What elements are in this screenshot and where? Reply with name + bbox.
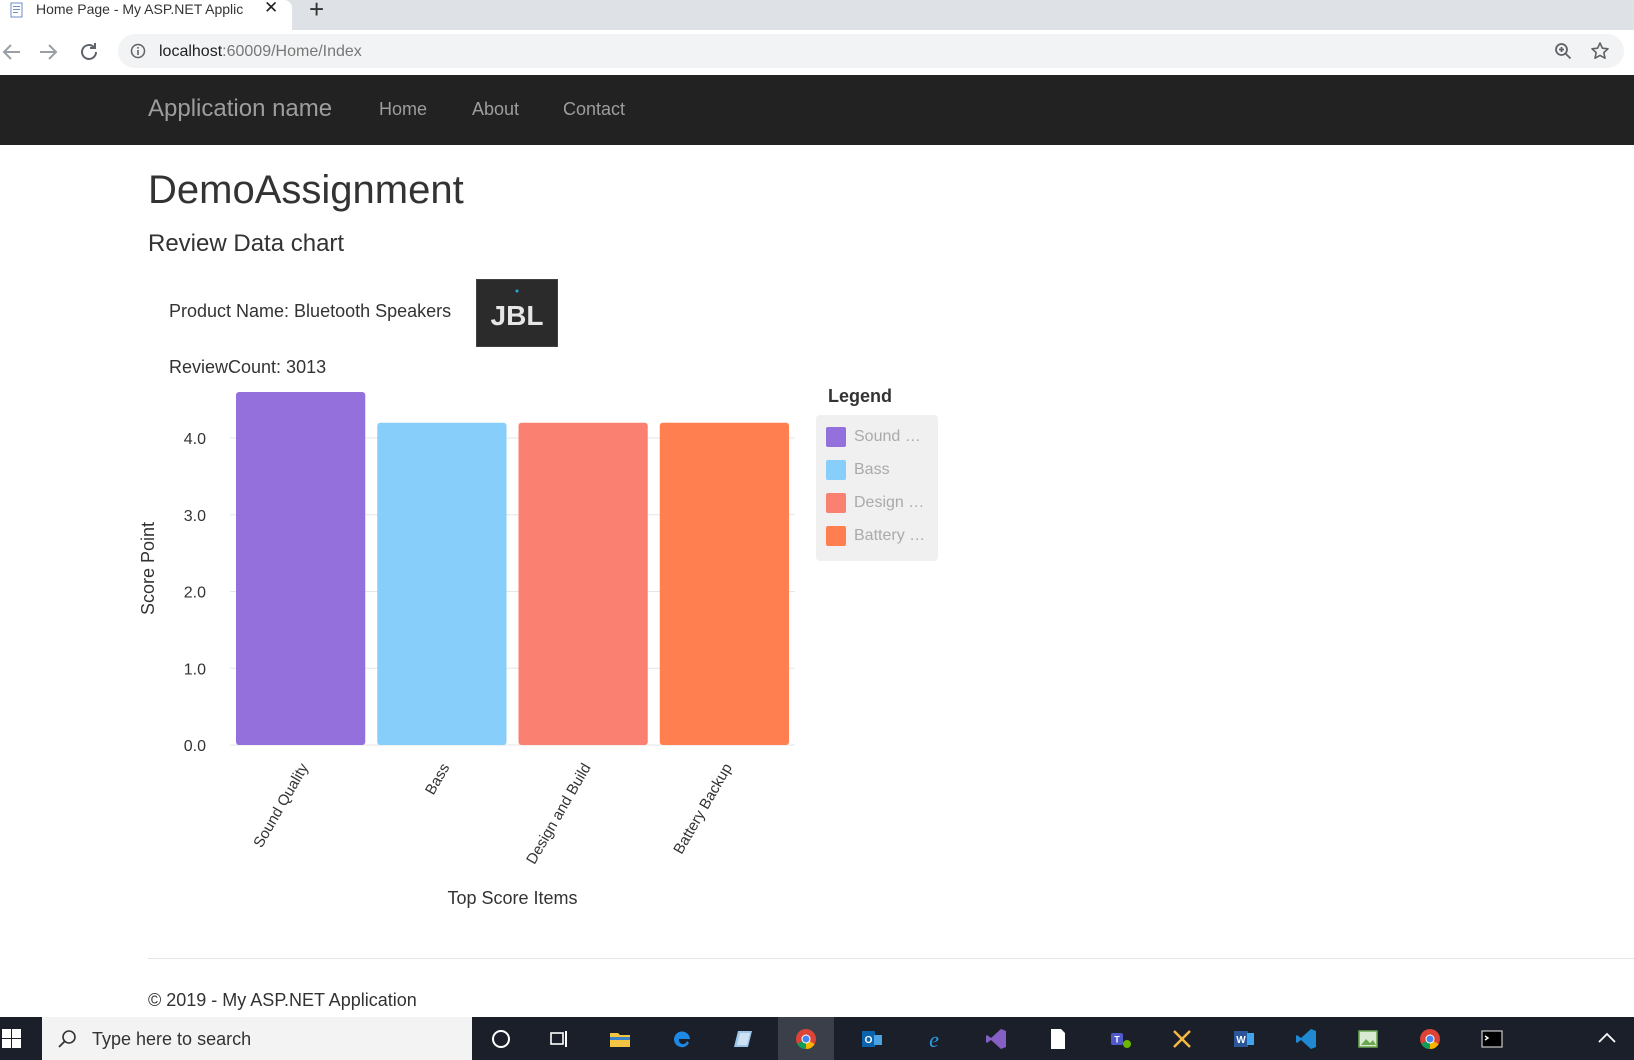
notepad-icon[interactable] xyxy=(1030,1017,1086,1060)
nav-link-contact[interactable]: Contact xyxy=(563,99,625,120)
page-title: DemoAssignment xyxy=(148,168,464,212)
svg-text:T: T xyxy=(1114,1035,1120,1045)
svg-text:O: O xyxy=(865,1035,873,1046)
navbar-brand[interactable]: Application name xyxy=(148,95,332,123)
y-tick-label: 3.0 xyxy=(184,508,206,525)
close-tab-icon[interactable]: ✕ xyxy=(264,0,278,17)
url-text: localhost:60009/Home/Index xyxy=(159,43,362,61)
site-info-icon[interactable] xyxy=(130,43,146,59)
chart-legend: Sound … Bass Design … Battery … xyxy=(816,415,938,561)
footer-copyright: © 2019 - My ASP.NET Application xyxy=(148,990,417,1010)
chart-bar xyxy=(659,422,789,745)
site-navbar: Application name Home About Contact xyxy=(0,75,1634,145)
terminal-icon[interactable] xyxy=(1464,1017,1520,1060)
vscode-icon[interactable] xyxy=(1278,1017,1334,1060)
svg-text:W: W xyxy=(1236,1035,1246,1046)
file-explorer-icon[interactable] xyxy=(592,1017,648,1060)
legend-item[interactable]: Sound … xyxy=(826,427,936,447)
svg-text:e: e xyxy=(929,1027,939,1051)
url-host: localhost xyxy=(159,43,223,60)
address-bar[interactable]: localhost:60009/Home/Index xyxy=(118,34,1624,68)
search-icon xyxy=(58,1030,76,1048)
y-tick-label: 2.0 xyxy=(184,585,206,602)
tray-chevron-up-icon[interactable] xyxy=(1596,1029,1618,1047)
legend-label: Battery … xyxy=(854,527,926,544)
browser-tab[interactable]: Home Page - My ASP.NET Applic ✕ xyxy=(0,0,292,30)
tab-title: Home Page - My ASP.NET Applic xyxy=(36,1,244,17)
legend-swatch xyxy=(826,526,846,546)
search-placeholder: Type here to search xyxy=(92,1029,252,1049)
windows-start-icon[interactable] xyxy=(0,1017,42,1060)
legend-item[interactable]: Bass xyxy=(826,460,936,480)
edge-icon[interactable] xyxy=(654,1017,710,1060)
chart-bar xyxy=(518,422,648,745)
page-subtitle: Review Data chart xyxy=(148,230,345,257)
x-tick-label: Design and Build xyxy=(523,761,594,868)
browser-toolbar: localhost:60009/Home/Index xyxy=(0,30,1634,76)
zoom-icon[interactable] xyxy=(1554,42,1572,60)
legend-label: Sound … xyxy=(854,428,921,445)
legend-swatch xyxy=(826,460,846,480)
legend-swatch xyxy=(826,427,846,447)
outlook-icon[interactable]: O xyxy=(844,1017,900,1060)
browser-tab-strip: Home Page - My ASP.NET Applic ✕ + xyxy=(0,0,1634,30)
product-name: Product Name: Bluetooth Speakers xyxy=(169,301,452,321)
visual-studio-icon[interactable] xyxy=(968,1017,1024,1060)
chart-bar xyxy=(377,422,507,745)
x-tick-label: Sound Quality xyxy=(250,760,312,851)
task-view-icon[interactable] xyxy=(531,1017,587,1060)
legend-label: Bass xyxy=(854,461,890,478)
y-tick-label: 1.0 xyxy=(184,661,206,678)
legend-item[interactable]: Design … xyxy=(826,493,936,513)
review-count: ReviewCount: 3013 xyxy=(169,357,327,377)
nav-link-home[interactable]: Home xyxy=(379,99,427,120)
internet-explorer-icon[interactable]: e xyxy=(906,1017,962,1060)
legend-title: Legend xyxy=(828,386,893,406)
word-icon[interactable]: W xyxy=(1216,1017,1272,1060)
back-arrow-icon[interactable] xyxy=(0,40,24,64)
legend-label: Design … xyxy=(854,494,925,511)
forward-arrow-icon[interactable] xyxy=(36,40,60,64)
y-tick-label: 4.0 xyxy=(184,431,206,448)
product-logo-text: JBL xyxy=(491,300,544,331)
y-tick-label: 0.0 xyxy=(184,738,206,755)
y-axis-title: Score Point xyxy=(138,522,158,615)
x-axis-title: Top Score Items xyxy=(447,888,577,908)
chart-bar xyxy=(236,392,366,745)
reload-icon[interactable] xyxy=(77,40,101,64)
cortana-icon[interactable] xyxy=(473,1017,529,1060)
x-tick-label: Battery Backup xyxy=(670,761,736,858)
nav-link-about[interactable]: About xyxy=(472,99,519,120)
legend-swatch xyxy=(826,493,846,513)
app-icon[interactable] xyxy=(716,1017,772,1060)
page-favicon-icon xyxy=(10,2,23,18)
footer-divider xyxy=(148,958,1634,959)
windows-taskbar: Type here to search O e T W xyxy=(0,1017,1634,1060)
product-logo-image: JBL xyxy=(476,279,558,347)
chrome-icon-2[interactable] xyxy=(1402,1017,1458,1060)
url-path: :60009/Home/Index xyxy=(222,43,362,60)
image-editor-icon[interactable] xyxy=(1340,1017,1396,1060)
bookmark-star-icon[interactable] xyxy=(1590,41,1610,61)
teams-icon[interactable]: T xyxy=(1092,1017,1148,1060)
tools-icon[interactable] xyxy=(1154,1017,1210,1060)
new-tab-icon[interactable]: + xyxy=(309,0,324,22)
chrome-icon[interactable] xyxy=(778,1017,834,1060)
taskbar-search-box[interactable]: Type here to search xyxy=(42,1017,472,1060)
legend-item[interactable]: Battery … xyxy=(826,526,936,546)
x-tick-label: Bass xyxy=(422,761,453,798)
